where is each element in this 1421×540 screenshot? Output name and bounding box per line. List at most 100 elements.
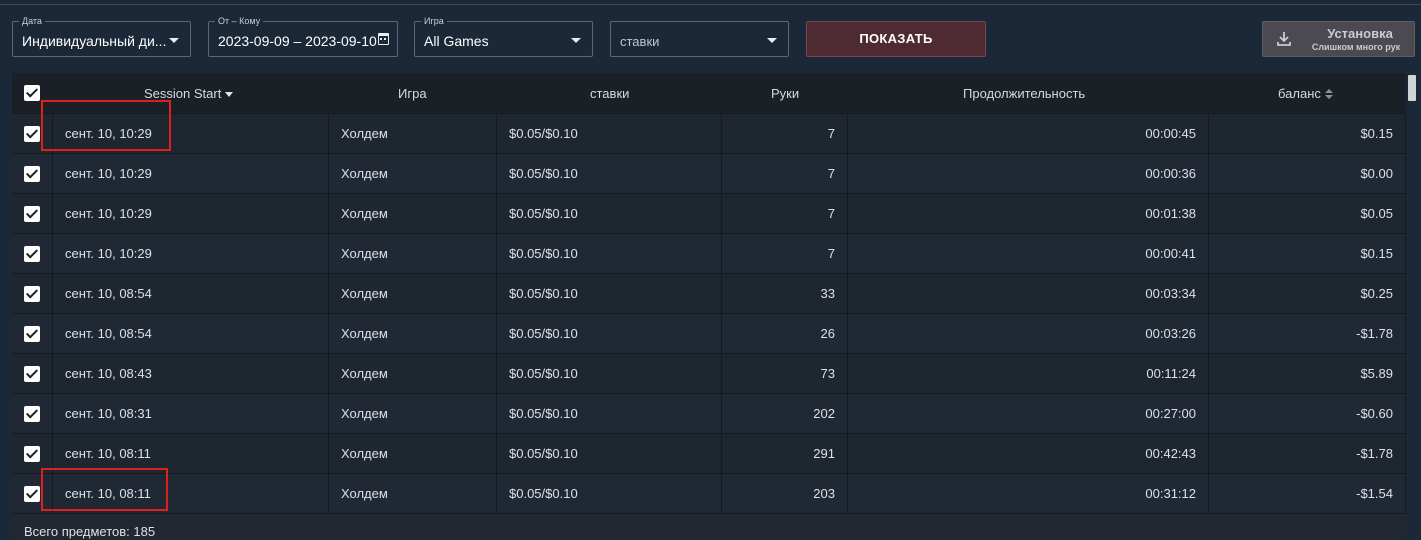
cell-checkbox bbox=[12, 234, 53, 274]
cell-stakes: $0.05/$0.10 bbox=[497, 314, 722, 354]
cell-stakes: $0.05/$0.10 bbox=[497, 474, 722, 514]
cell-duration: 00:42:43 bbox=[848, 434, 1209, 474]
stakes-value: ставки bbox=[620, 34, 660, 49]
row-checkbox[interactable] bbox=[24, 406, 40, 422]
header-balance-label: баланс bbox=[1278, 86, 1321, 101]
scrollbar-thumb[interactable] bbox=[1408, 75, 1416, 101]
header-session-start[interactable]: Session Start bbox=[144, 86, 234, 101]
cell-balance: $5.89 bbox=[1209, 354, 1406, 394]
total-items: Всего предметов: 185 bbox=[24, 524, 156, 539]
chevron-down-icon bbox=[767, 38, 777, 43]
cell-session-start: сент. 10, 08:54 bbox=[53, 274, 329, 314]
date-label: Дата bbox=[19, 15, 45, 27]
header-game[interactable]: Игра bbox=[398, 86, 427, 101]
cell-stakes: $0.05/$0.10 bbox=[497, 154, 722, 194]
cell-session-start: сент. 10, 10:29 bbox=[53, 154, 329, 194]
table-row[interactable]: сент. 10, 10:29 Холдем $0.05/$0.10 7 00:01:3… bbox=[12, 193, 1406, 234]
cell-stakes: $0.05/$0.10 bbox=[497, 394, 722, 434]
top-divider bbox=[0, 4, 1421, 5]
cell-hands: 7 bbox=[722, 114, 848, 154]
date-range-field[interactable]: От – Кому 2023-09-09 – 2023-09-10 bbox=[208, 15, 398, 57]
date-value: Индивидуальный ди... bbox=[22, 33, 167, 49]
cell-checkbox bbox=[12, 354, 53, 394]
row-checkbox[interactable] bbox=[24, 286, 40, 302]
chevron-down-icon bbox=[571, 38, 581, 43]
cell-session-start: сент. 10, 10:29 bbox=[53, 194, 329, 234]
calendar-icon[interactable] bbox=[378, 33, 389, 45]
header-balance[interactable]: баланс bbox=[1278, 86, 1333, 101]
cell-hands: 291 bbox=[722, 434, 848, 474]
cell-game: Холдем bbox=[329, 434, 497, 474]
cell-hands: 7 bbox=[722, 194, 848, 234]
cell-duration: 00:11:24 bbox=[848, 354, 1209, 394]
vertical-scrollbar[interactable] bbox=[1406, 73, 1418, 540]
header-stakes[interactable]: ставки bbox=[590, 86, 629, 101]
cell-hands: 203 bbox=[722, 474, 848, 514]
cell-balance: -$1.54 bbox=[1209, 474, 1406, 514]
cell-stakes: $0.05/$0.10 bbox=[497, 274, 722, 314]
table-row[interactable]: сент. 10, 08:54 Холдем $0.05/$0.10 33 00:03:… bbox=[12, 273, 1406, 314]
date-select[interactable]: Дата Индивидуальный ди... bbox=[12, 15, 191, 57]
stakes-select[interactable]: ставки bbox=[610, 21, 789, 57]
game-label: Игра bbox=[421, 15, 447, 27]
table-row[interactable]: сент. 10, 08:11 Холдем $0.05/$0.10 291 00:42… bbox=[12, 433, 1406, 474]
game-value: All Games bbox=[424, 33, 489, 49]
cell-hands: 202 bbox=[722, 394, 848, 434]
cell-checkbox bbox=[12, 274, 53, 314]
cell-game: Холдем bbox=[329, 394, 497, 434]
cell-checkbox bbox=[12, 314, 53, 354]
row-checkbox[interactable] bbox=[24, 166, 40, 182]
table-row[interactable]: сент. 10, 08:11 Холдем $0.05/$0.10 203 00:31… bbox=[12, 473, 1406, 514]
cell-stakes: $0.05/$0.10 bbox=[497, 234, 722, 274]
date-range-value: 2023-09-09 – 2023-09-10 bbox=[218, 33, 377, 49]
cell-duration: 00:27:00 bbox=[848, 394, 1209, 434]
table-row[interactable]: сент. 10, 10:29 Холдем $0.05/$0.10 7 00:00:4… bbox=[12, 113, 1406, 154]
cell-balance: -$0.60 bbox=[1209, 394, 1406, 434]
cell-game: Холдем bbox=[329, 114, 497, 154]
cell-game: Холдем bbox=[329, 274, 497, 314]
table-header: Session Start Игра ставки Руки Продолжит… bbox=[12, 73, 1406, 113]
cell-session-start: сент. 10, 08:43 bbox=[53, 354, 329, 394]
row-checkbox[interactable] bbox=[24, 126, 40, 142]
cell-balance: $0.15 bbox=[1209, 114, 1406, 154]
cell-balance: $0.05 bbox=[1209, 194, 1406, 234]
table-row[interactable]: сент. 10, 10:29 Холдем $0.05/$0.10 7 00:00:3… bbox=[12, 153, 1406, 194]
header-duration[interactable]: Продолжительность bbox=[963, 86, 1085, 101]
highlight-box-last-row bbox=[41, 468, 168, 511]
cell-game: Холдем bbox=[329, 354, 497, 394]
row-checkbox[interactable] bbox=[24, 206, 40, 222]
cell-hands: 33 bbox=[722, 274, 848, 314]
game-select[interactable]: Игра All Games bbox=[414, 15, 593, 57]
table-row[interactable]: сент. 10, 08:31 Холдем $0.05/$0.10 202 00:27… bbox=[12, 393, 1406, 434]
cell-duration: 00:00:36 bbox=[848, 154, 1209, 194]
install-button[interactable]: Установка Слишком много рук bbox=[1262, 21, 1415, 57]
show-button[interactable]: ПОКАЗАТЬ bbox=[806, 21, 986, 57]
cell-duration: 00:31:12 bbox=[848, 474, 1209, 514]
cell-duration: 00:00:45 bbox=[848, 114, 1209, 154]
row-checkbox[interactable] bbox=[24, 366, 40, 382]
cell-balance: $0.25 bbox=[1209, 274, 1406, 314]
row-checkbox[interactable] bbox=[24, 246, 40, 262]
table-row[interactable]: сент. 10, 08:43 Холдем $0.05/$0.10 73 00:11:… bbox=[12, 353, 1406, 394]
date-range-label: От – Кому bbox=[215, 15, 264, 27]
header-hands[interactable]: Руки bbox=[771, 86, 799, 101]
cell-hands: 7 bbox=[722, 234, 848, 274]
cell-game: Холдем bbox=[329, 234, 497, 274]
row-checkbox[interactable] bbox=[24, 486, 40, 502]
cell-game: Холдем bbox=[329, 314, 497, 354]
cell-duration: 00:00:41 bbox=[848, 234, 1209, 274]
row-checkbox[interactable] bbox=[24, 326, 40, 342]
table-row[interactable]: сент. 10, 10:29 Холдем $0.05/$0.10 7 00:00:4… bbox=[12, 233, 1406, 274]
header-session-start-label: Session Start bbox=[144, 86, 222, 101]
row-checkbox[interactable] bbox=[24, 446, 40, 462]
select-all-checkbox[interactable] bbox=[24, 85, 40, 101]
cell-session-start: сент. 10, 08:54 bbox=[53, 314, 329, 354]
install-subtitle: Слишком много рук bbox=[1311, 42, 1401, 52]
cell-hands: 73 bbox=[722, 354, 848, 394]
cell-duration: 00:01:38 bbox=[848, 194, 1209, 234]
cell-stakes: $0.05/$0.10 bbox=[497, 354, 722, 394]
table-row[interactable]: сент. 10, 08:54 Холдем $0.05/$0.10 26 00:03:… bbox=[12, 313, 1406, 354]
table-footer: Всего предметов: 185 bbox=[12, 513, 1406, 540]
cell-stakes: $0.05/$0.10 bbox=[497, 434, 722, 474]
sort-icon bbox=[1324, 89, 1333, 100]
